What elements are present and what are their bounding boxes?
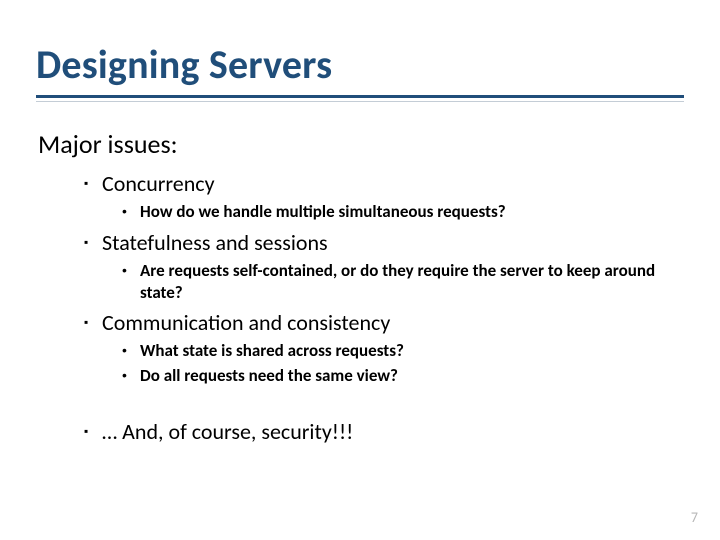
page-number: 7 [691,509,698,526]
slide: Designing Servers Major issues: ▪ Concur… [0,0,720,540]
sub-item: • How do we handle multiple simultaneous… [122,201,684,223]
slide-title: Designing Servers [36,40,684,89]
list-item: ▪ … And, of course, security!!! [84,418,684,445]
spacer [36,390,684,412]
sub-item: • What state is shared across requests? [122,340,684,362]
list-item-label: Concurrency [102,170,215,197]
square-bullet-icon: ▪ [84,309,102,336]
sub-item-text: How do we handle multiple simultaneous r… [140,201,506,223]
sub-item: • Do all requests need the same view? [122,365,684,387]
square-bullet-icon: ▪ [84,229,102,256]
dot-bullet-icon: • [122,260,140,304]
sub-item: • Are requests self-contained, or do the… [122,260,684,304]
dot-bullet-icon: • [122,340,140,362]
slide-body: Major issues: ▪ Concurrency • How do we … [36,128,684,445]
square-bullet-icon: ▪ [84,418,102,445]
list-item: ▪ Communication and consistency [84,309,684,336]
title-rule-thick [36,95,684,98]
subtitle: Major issues: [38,128,684,160]
list-item-label: … And, of course, security!!! [102,418,353,445]
dot-bullet-icon: • [122,365,140,387]
square-bullet-icon: ▪ [84,170,102,197]
title-rule-thin [36,101,684,102]
list-item: ▪ Statefulness and sessions [84,229,684,256]
sub-item-text: What state is shared across requests? [140,340,404,362]
list-item-label: Statefulness and sessions [102,229,328,256]
sub-item-text: Do all requests need the same view? [140,365,398,387]
sub-item-text: Are requests self-contained, or do they … [140,260,680,304]
dot-bullet-icon: • [122,201,140,223]
list-item: ▪ Concurrency [84,170,684,197]
list-item-label: Communication and consistency [102,309,390,336]
